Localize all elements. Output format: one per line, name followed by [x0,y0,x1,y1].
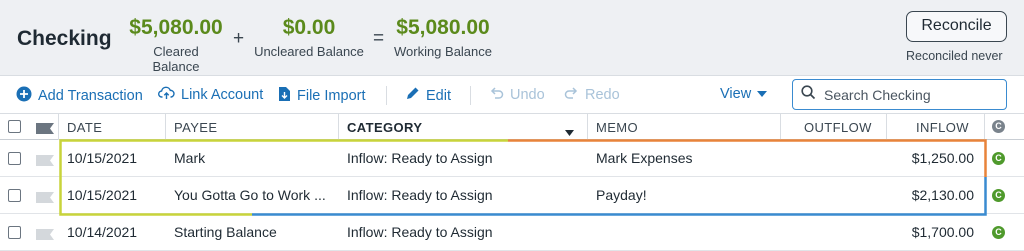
redo-label: Redo [585,87,620,103]
column-divider [587,114,588,140]
row-inflow[interactable]: $2,130.00 [880,187,974,203]
row-date[interactable]: 10/15/2021 [67,150,137,166]
search-icon [801,84,816,105]
undo-button[interactable]: Undo [489,86,545,104]
view-label: View [720,86,752,102]
working-balance-amount: $5,080.00 [396,16,490,39]
column-divider [338,114,339,140]
column-inflow[interactable]: INFLOW [916,120,969,135]
search-input[interactable] [824,86,994,103]
row-inflow[interactable]: $1,700.00 [880,224,974,240]
row-memo[interactable]: Payday! [596,187,647,203]
cloud-upload-icon [158,86,175,104]
uncleared-balance-label: Uncleared Balance [254,44,364,59]
row-date[interactable]: 10/14/2021 [67,224,137,240]
add-transaction-button[interactable]: Add Transaction [16,86,143,106]
account-header: Checking $5,080.00 Cleared Balance + $0.… [0,0,1024,76]
row-category[interactable]: Inflow: Ready to Assign [347,224,493,240]
column-divider [780,114,781,140]
cleared-balance-amount: $5,080.00 [129,16,223,39]
cleared-balance-label: Cleared Balance [152,44,200,74]
row-checkbox[interactable] [8,226,21,239]
select-all-checkbox[interactable] [8,120,21,133]
column-memo[interactable]: MEMO [596,120,638,135]
column-payee[interactable]: PAYEE [174,120,217,135]
plus-sign: + [233,28,245,49]
redo-button[interactable]: Redo [564,86,620,104]
file-import-label: File Import [297,88,366,104]
edit-label: Edit [426,87,451,104]
row-category[interactable]: Inflow: Ready to Assign [347,150,493,166]
account-title: Checking [17,27,112,50]
transaction-row[interactable]: 10/15/2021 Mark Inflow: Ready to Assign … [0,140,1024,177]
view-menu-button[interactable]: View [720,86,768,102]
row-checkbox[interactable] [8,152,21,165]
cleared-column-icon: C [992,120,1005,133]
column-divider [886,114,887,140]
register-toolbar: Add Transaction Link Account File Import… [0,76,1024,114]
undo-label: Undo [510,87,545,103]
cleared-balance: $5,080.00 Cleared Balance [128,15,224,74]
working-balance-label: Working Balance [393,44,493,59]
cleared-status-icon[interactable]: C [992,189,1005,202]
register-header-row: DATE PAYEE CATEGORY MEMO OUTFLOW INFLOW … [0,114,1024,140]
file-import-icon [278,86,291,106]
file-import-button[interactable]: File Import [278,86,366,106]
search-box[interactable] [792,79,1007,110]
link-account-button[interactable]: Link Account [158,86,263,104]
row-payee[interactable]: Mark [174,150,205,166]
column-divider [984,114,985,140]
flag-icon[interactable] [36,190,54,208]
caret-down-icon [757,86,768,102]
transaction-row[interactable]: 10/15/2021 You Gotta Go to Work ... Infl… [0,177,1024,214]
column-category[interactable]: CATEGORY [347,120,422,135]
transaction-row[interactable]: 10/14/2021 Starting Balance Inflow: Read… [0,214,1024,251]
edit-button[interactable]: Edit [405,86,451,105]
row-payee[interactable]: Starting Balance [174,224,277,240]
toolbar-divider [470,86,471,105]
flag-icon[interactable] [36,153,54,171]
equals-sign: = [373,28,385,49]
column-divider [165,114,166,140]
toolbar-divider [386,86,387,105]
pencil-icon [405,86,420,105]
row-payee[interactable]: You Gotta Go to Work ... [174,187,326,203]
row-date[interactable]: 10/15/2021 [67,187,137,203]
reconcile-button[interactable]: Reconcile [906,11,1007,42]
sort-caret-down-icon[interactable] [565,123,574,141]
column-divider [58,114,59,140]
row-memo[interactable]: Mark Expenses [596,150,692,166]
redo-icon [564,86,579,104]
uncleared-balance: $0.00 Uncleared Balance [253,15,365,59]
reconciled-status: Reconciled never [906,49,1003,63]
column-date[interactable]: DATE [67,120,102,135]
plus-circle-icon [16,86,32,106]
cleared-status-icon[interactable]: C [992,152,1005,165]
row-category[interactable]: Inflow: Ready to Assign [347,187,493,203]
flag-icon[interactable] [36,227,54,245]
uncleared-balance-amount: $0.00 [282,16,336,39]
link-account-label: Link Account [181,87,264,103]
add-transaction-label: Add Transaction [38,88,143,104]
cleared-status-icon[interactable]: C [992,226,1005,239]
column-outflow[interactable]: OUTFLOW [804,120,872,135]
undo-icon [489,86,504,104]
flag-icon [36,121,54,139]
row-inflow[interactable]: $1,250.00 [880,150,974,166]
row-checkbox[interactable] [8,189,21,202]
working-balance: $5,080.00 Working Balance [392,15,494,59]
